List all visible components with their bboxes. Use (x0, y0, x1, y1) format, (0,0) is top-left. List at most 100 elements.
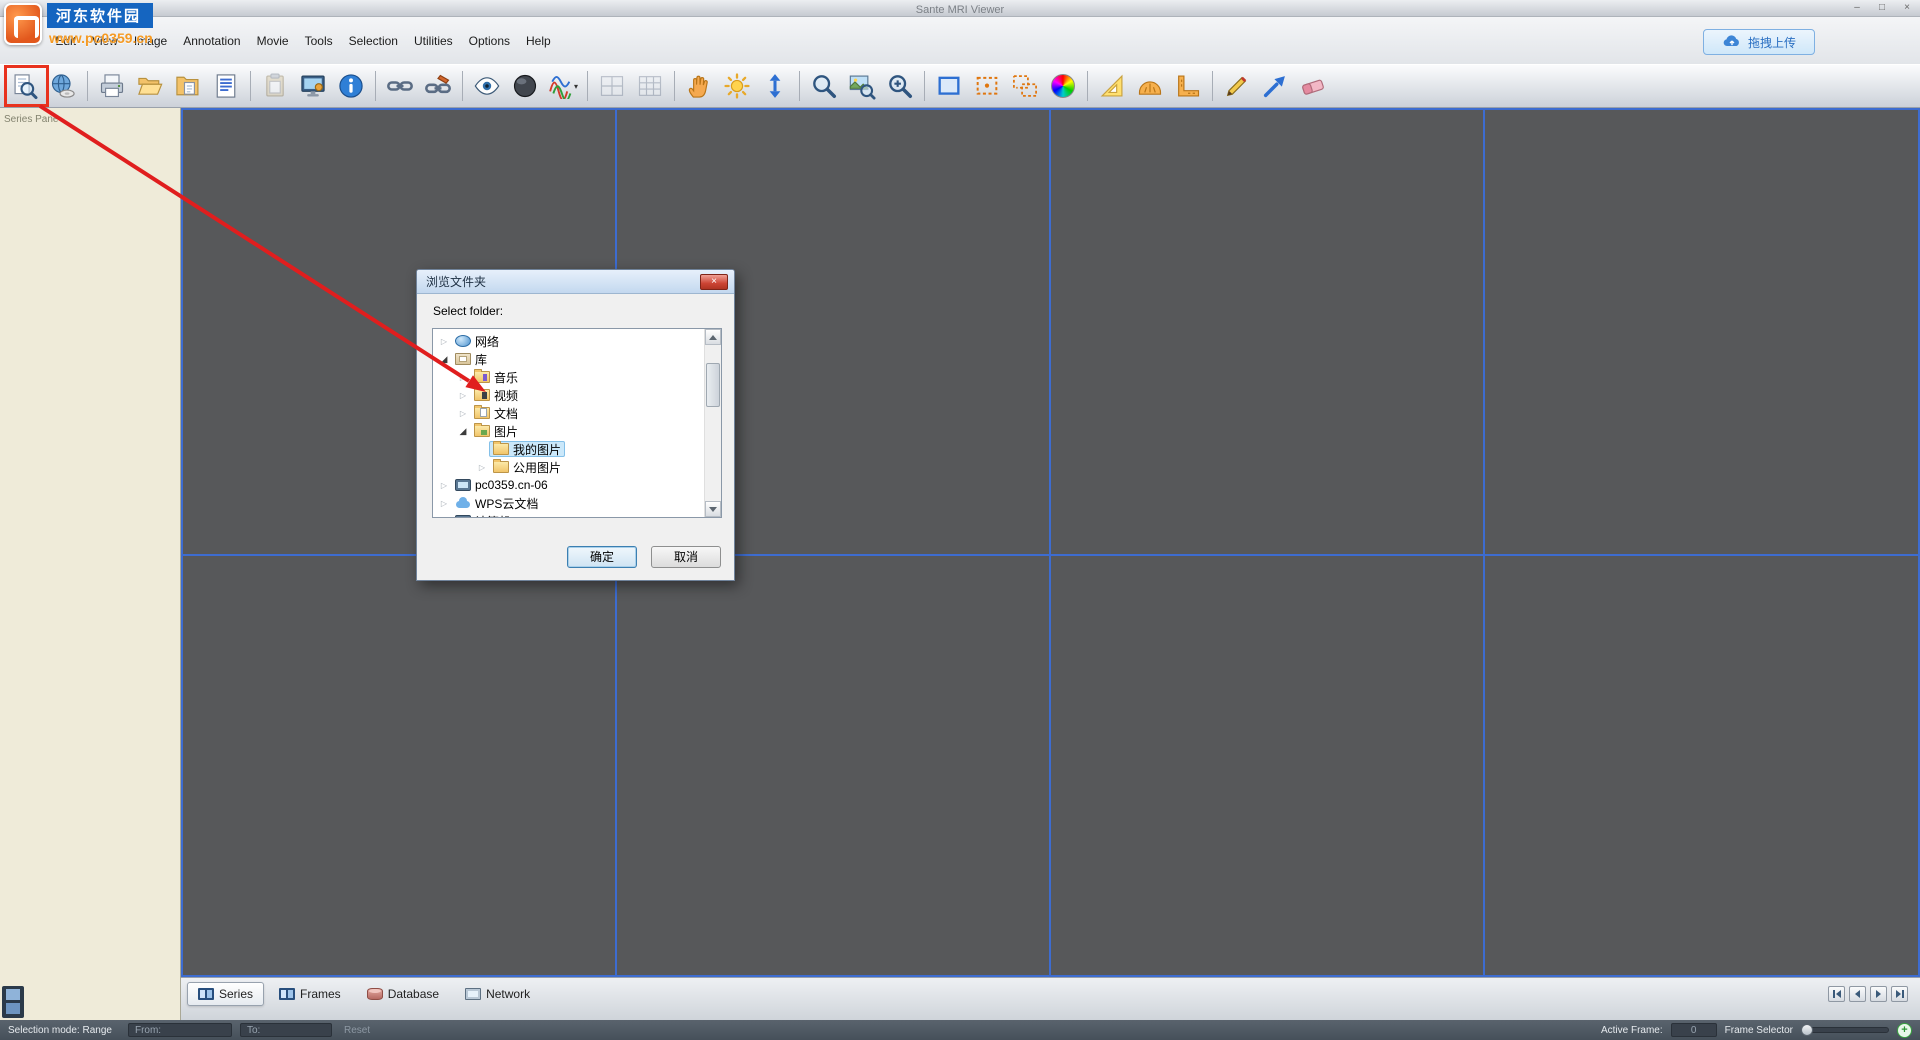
open-files-button[interactable] (169, 67, 207, 105)
print-button[interactable] (93, 67, 131, 105)
grid-line-vertical (1483, 110, 1485, 975)
tree-item[interactable]: ▷ 音乐 (433, 368, 721, 386)
menu-item[interactable]: Utilities (406, 31, 461, 51)
slider-knob[interactable] (1801, 1024, 1813, 1036)
pan-hand-button[interactable] (680, 67, 718, 105)
expand-toggle-icon[interactable]: ▷ (456, 409, 470, 418)
zoom-plus-icon[interactable]: + (1897, 1023, 1912, 1038)
tree-item[interactable]: ▷ pc0359.cn-06 (433, 476, 721, 494)
tree-item-label: 我的图片 (513, 441, 561, 458)
arrow-annotation-button[interactable] (1256, 67, 1294, 105)
menu-item[interactable]: Tools (297, 31, 341, 51)
expand-toggle-icon[interactable]: ▷ (437, 517, 451, 519)
expand-toggle-icon[interactable]: ▷ (437, 481, 451, 490)
drag-upload-button[interactable]: 拖拽上传 (1703, 29, 1815, 55)
color-palette-button[interactable] (1044, 67, 1082, 105)
dialog-close-button[interactable]: × (700, 274, 728, 290)
tree-item[interactable]: ▷ 文档 (433, 404, 721, 422)
tree-item[interactable]: ▷ 计算机 (433, 512, 721, 518)
tab-label: Network (486, 987, 530, 1001)
dialog-title-bar[interactable]: 浏览文件夹 (417, 270, 734, 294)
expand-toggle-icon[interactable]: ▷ (437, 499, 451, 508)
menu-bar: FileEditViewImageAnnotationMovieToolsSel… (0, 17, 1920, 64)
scroll-down-icon[interactable] (705, 501, 721, 517)
browse-folder-dialog: 浏览文件夹 × Select folder: ▷ 网络 ◢ 库 ▷ 音乐 (416, 269, 735, 581)
region-select-button[interactable] (968, 67, 1006, 105)
reset-button[interactable]: Reset (344, 1025, 370, 1036)
tab-icon (367, 988, 383, 1000)
protractor-button[interactable] (1131, 67, 1169, 105)
scrollbar-thumb[interactable] (706, 363, 720, 407)
scroll-up-icon[interactable] (705, 329, 721, 345)
browse-series-button[interactable] (6, 67, 44, 105)
last-frame-button[interactable] (1891, 986, 1908, 1002)
folder-icon (455, 515, 471, 518)
frame-navigation (1828, 986, 1908, 1002)
zoom-button[interactable] (805, 67, 843, 105)
show-overlays-button[interactable] (468, 67, 506, 105)
ok-button[interactable]: 确定 (567, 546, 637, 568)
previous-frame-button[interactable] (1849, 986, 1866, 1002)
rectangle-select-button[interactable] (930, 67, 968, 105)
tree-item[interactable]: ▷ 视频 (433, 386, 721, 404)
paste-button[interactable] (256, 67, 294, 105)
from-field[interactable]: From: (128, 1023, 232, 1037)
multi-region-select-button[interactable] (1006, 67, 1044, 105)
layout-grid-button[interactable] (631, 67, 669, 105)
dialog-prompt: Select folder: (433, 304, 734, 318)
bottom-tab[interactable]: Frames (268, 982, 352, 1006)
eraser-button[interactable] (1294, 67, 1332, 105)
expand-toggle-icon[interactable]: ◢ (456, 426, 470, 437)
brightness-button[interactable] (718, 67, 756, 105)
tree-item-label: 图片 (494, 423, 518, 440)
cancel-button[interactable]: 取消 (651, 546, 721, 568)
tree-item[interactable]: ▷ 网络 (433, 332, 721, 350)
close-button[interactable]: × (1900, 1, 1914, 15)
window-title: Sante MRI Viewer (916, 4, 1004, 16)
tree-item[interactable]: 我的图片 (433, 440, 721, 458)
magnify-glass-button[interactable] (843, 67, 881, 105)
workstation-settings-button[interactable] (294, 67, 332, 105)
bottom-tab[interactable]: Series (187, 982, 264, 1006)
menu-item[interactable]: Movie (249, 31, 297, 51)
info-button[interactable] (332, 67, 370, 105)
tree-item[interactable]: ◢ 图片 (433, 422, 721, 440)
frame-selector-slider[interactable] (1801, 1027, 1889, 1033)
menu-item[interactable]: Annotation (175, 31, 248, 51)
window-level-button[interactable] (756, 67, 794, 105)
expand-toggle-icon[interactable]: ▷ (475, 463, 489, 472)
angle-measure-button[interactable] (1169, 67, 1207, 105)
tree-item[interactable]: ▷ 公用图片 (433, 458, 721, 476)
expand-toggle-icon[interactable]: ▷ (456, 373, 470, 382)
triangle-ruler-button[interactable] (1093, 67, 1131, 105)
open-web-folder-button[interactable] (44, 67, 82, 105)
expand-toggle-icon[interactable]: ◢ (437, 354, 451, 365)
bottom-tab[interactable]: Database (356, 982, 450, 1006)
zoom-in-button[interactable] (881, 67, 919, 105)
menu-item[interactable]: Selection (341, 31, 406, 51)
tree-scrollbar[interactable] (704, 329, 721, 517)
to-field[interactable]: To: (240, 1023, 332, 1037)
maximize-button[interactable]: □ (1875, 1, 1889, 15)
link-series-button[interactable] (381, 67, 419, 105)
tree-item[interactable]: ◢ 库 (433, 350, 721, 368)
folder-icon (474, 389, 490, 401)
expand-toggle-icon[interactable]: ▷ (437, 337, 451, 346)
link-tools-button[interactable] (419, 67, 457, 105)
minimize-button[interactable]: – (1850, 1, 1864, 15)
toolbar-separator (87, 71, 88, 101)
layout-2x2-button[interactable] (593, 67, 631, 105)
export-report-button[interactable] (207, 67, 245, 105)
menu-item[interactable]: Help (518, 31, 559, 51)
first-frame-button[interactable] (1828, 986, 1845, 1002)
expand-toggle-icon[interactable]: ▷ (456, 391, 470, 400)
menu-item[interactable]: Options (461, 31, 518, 51)
next-frame-button[interactable] (1870, 986, 1887, 1002)
open-folder-button[interactable] (131, 67, 169, 105)
volume-3d-button[interactable] (506, 67, 544, 105)
bottom-tab[interactable]: Network (454, 982, 541, 1006)
lut-palette-button[interactable]: ▾ (544, 67, 582, 105)
toolbar-separator (924, 71, 925, 101)
pencil-button[interactable] (1218, 67, 1256, 105)
tree-item[interactable]: ▷ WPS云文档 (433, 494, 721, 512)
